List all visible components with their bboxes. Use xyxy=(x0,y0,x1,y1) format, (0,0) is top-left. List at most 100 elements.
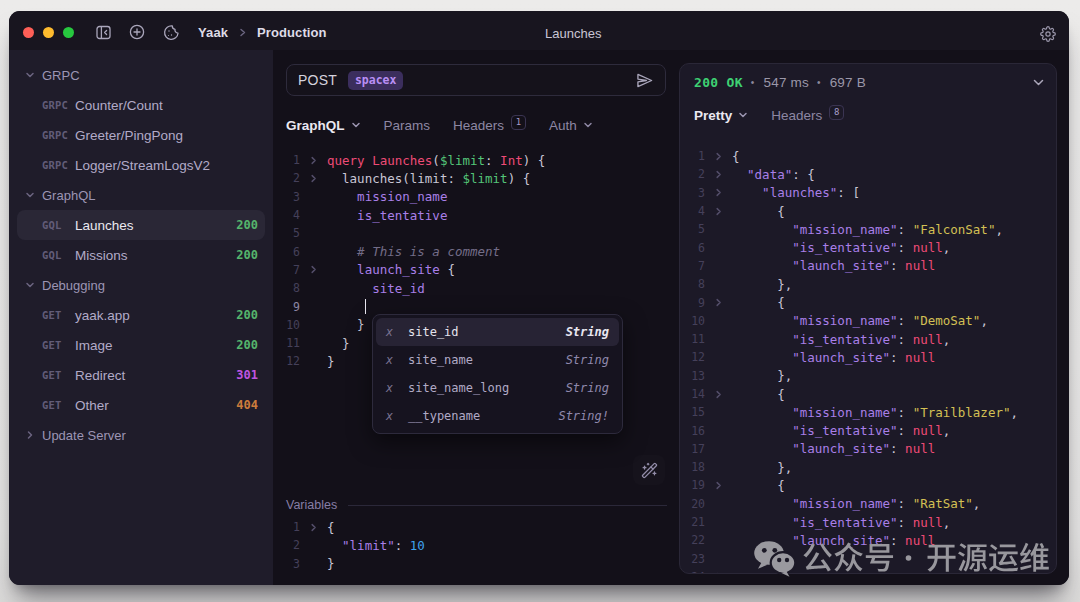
code-text: "mission_name": "Trailblazer", xyxy=(732,405,1018,420)
code-line: 4 is_tentative xyxy=(273,206,677,224)
request-tabs: GraphQL Params Headers1 Auth xyxy=(286,112,616,138)
status-badge: 200 xyxy=(236,218,258,232)
variables-label: Variables xyxy=(286,498,337,512)
code-line: 18 }, xyxy=(680,458,1056,476)
autocomplete-item-site_name[interactable]: xsite_nameString xyxy=(376,346,619,374)
line-number: 11 xyxy=(680,332,705,346)
app-name[interactable]: Yaak xyxy=(198,25,228,40)
sidebar-request-image[interactable]: GETImage200 xyxy=(17,330,265,360)
new-request-icon[interactable] xyxy=(129,24,145,40)
request-method-label: GET xyxy=(42,339,75,351)
variables-editor[interactable]: 1{ 2 "limit": 10 3} xyxy=(273,518,677,573)
line-number: 13 xyxy=(680,369,705,383)
code-line: 9 xyxy=(273,297,677,315)
response-pane: 200 OK • 547 ms • 697 B PrettyHeaders8 1… xyxy=(677,50,1069,585)
fold-chevron-icon xyxy=(705,572,732,574)
fold-chevron-icon xyxy=(705,390,732,399)
settings-gear-icon[interactable] xyxy=(1040,14,1056,53)
app-window: Yaak Production Launches GRPCGRPCCounter… xyxy=(9,11,1069,585)
close-button[interactable] xyxy=(23,27,34,38)
sidebar-request-launches[interactable]: GQLLaunches200 xyxy=(17,210,265,240)
cookie-icon[interactable] xyxy=(163,24,180,41)
status-badge: 404 xyxy=(236,398,258,412)
request-tab-params[interactable]: Params xyxy=(384,118,431,133)
sidebar-folder-graphql[interactable]: GraphQL xyxy=(17,180,265,210)
format-wand-icon[interactable] xyxy=(633,455,665,485)
code-line: 1{ xyxy=(273,518,677,536)
chevron-down-icon xyxy=(583,120,593,130)
fold-chevron-icon xyxy=(705,152,732,161)
sidebar-request-logger-streamlogsv2[interactable]: GRPCLogger/StreamLogsV2 xyxy=(17,150,265,180)
url-bar[interactable]: POST spacex xyxy=(286,64,666,96)
request-tab-auth[interactable]: Auth xyxy=(549,118,593,133)
code-text: "is_tentative": null, xyxy=(732,515,950,530)
sidebar-folder-debugging[interactable]: Debugging xyxy=(17,270,265,300)
workspace-name[interactable]: Production xyxy=(257,25,327,40)
autocomplete-item-site_name_long[interactable]: xsite_name_longString xyxy=(376,374,619,402)
sidebar: GRPCGRPCCounter/CountGRPCGreeter/PingPon… xyxy=(9,50,273,585)
fold-chevron-icon xyxy=(705,298,732,307)
line-number: 5 xyxy=(680,222,705,236)
code-text: } xyxy=(327,317,365,332)
sidebar-request-counter-count[interactable]: GRPCCounter/Count xyxy=(17,90,265,120)
field-icon: x xyxy=(386,325,400,339)
sidebar-folder-label: GraphQL xyxy=(42,188,95,203)
code-text: # This is a comment xyxy=(327,244,500,259)
request-name: Logger/StreamLogsV2 xyxy=(75,158,210,173)
line-number: 19 xyxy=(680,478,705,492)
request-method-label: GQL xyxy=(42,219,75,231)
code-text: { xyxy=(732,478,785,493)
zoom-button[interactable] xyxy=(63,27,74,38)
code-text: { xyxy=(732,149,740,164)
code-line: 1query Launches($limit: Int) { xyxy=(273,151,677,169)
response-tab-headers[interactable]: Headers8 xyxy=(771,108,844,123)
line-number: 17 xyxy=(680,442,705,456)
send-icon[interactable] xyxy=(635,71,654,90)
request-method-label: GRPC xyxy=(42,129,75,141)
sidebar-request-redirect[interactable]: GETRedirect301 xyxy=(17,360,265,390)
minimize-button[interactable] xyxy=(43,27,54,38)
request-tab-graphql[interactable]: GraphQL xyxy=(286,118,361,133)
autocomplete-item-site_id[interactable]: xsite_idString xyxy=(376,318,619,346)
tab-label: GraphQL xyxy=(286,118,345,133)
request-method-label: GRPC xyxy=(42,159,75,171)
sidebar-request-greeter-pingpong[interactable]: GRPCGreeter/PingPong xyxy=(17,120,265,150)
response-size: 697 B xyxy=(830,75,866,90)
line-number: 20 xyxy=(680,497,705,511)
sidebar-request-other[interactable]: GETOther404 xyxy=(17,390,265,420)
response-body[interactable]: 1{2 "data": {3 "launches": [4 {5 "missio… xyxy=(680,147,1056,574)
code-text: { xyxy=(732,569,785,574)
response-chevron-down-icon[interactable] xyxy=(1032,76,1045,89)
code-line: 24 { xyxy=(680,568,1056,574)
toggle-sidebar-icon[interactable] xyxy=(96,25,111,40)
environment-badge[interactable]: spacex xyxy=(348,71,404,90)
chevron-right-icon xyxy=(25,430,35,440)
request-name: Missions xyxy=(75,248,128,263)
tab-label: Params xyxy=(384,118,431,133)
line-number: 1 xyxy=(273,520,300,534)
sidebar-request-yaak-app[interactable]: GETyaak.app200 xyxy=(17,300,265,330)
sidebar-request-missions[interactable]: GQLMissions200 xyxy=(17,240,265,270)
line-number: 3 xyxy=(273,557,300,571)
code-line: 3} xyxy=(273,555,677,573)
variables-section-header: Variables xyxy=(286,497,667,513)
code-text: launch_site { xyxy=(327,262,455,277)
line-number: 9 xyxy=(680,296,705,310)
response-tab-pretty[interactable]: Pretty xyxy=(694,108,748,123)
autocomplete-item-__typename[interactable]: x__typenameString! xyxy=(376,402,619,430)
titlebar: Yaak Production Launches xyxy=(9,11,1069,50)
fold-chevron-icon xyxy=(705,188,732,197)
code-text: } xyxy=(327,354,335,369)
sidebar-folder-update-server[interactable]: Update Server xyxy=(17,420,265,450)
line-number: 12 xyxy=(273,354,300,368)
line-number: 2 xyxy=(273,538,300,552)
status-badge: 200 xyxy=(236,338,258,352)
request-tab-headers[interactable]: Headers1 xyxy=(453,118,526,133)
request-pane: POST spacex GraphQL Params Headers1 Auth 1q… xyxy=(273,50,677,585)
code-text: "mission_name": "DemoSat", xyxy=(732,313,988,328)
request-method: POST xyxy=(298,72,337,88)
code-text: "limit": 10 xyxy=(327,538,425,553)
autocomplete-name: site_name_long xyxy=(408,381,509,395)
sidebar-folder-grpc[interactable]: GRPC xyxy=(17,60,265,90)
code-text: "mission_name": "FalconSat", xyxy=(732,222,1003,237)
